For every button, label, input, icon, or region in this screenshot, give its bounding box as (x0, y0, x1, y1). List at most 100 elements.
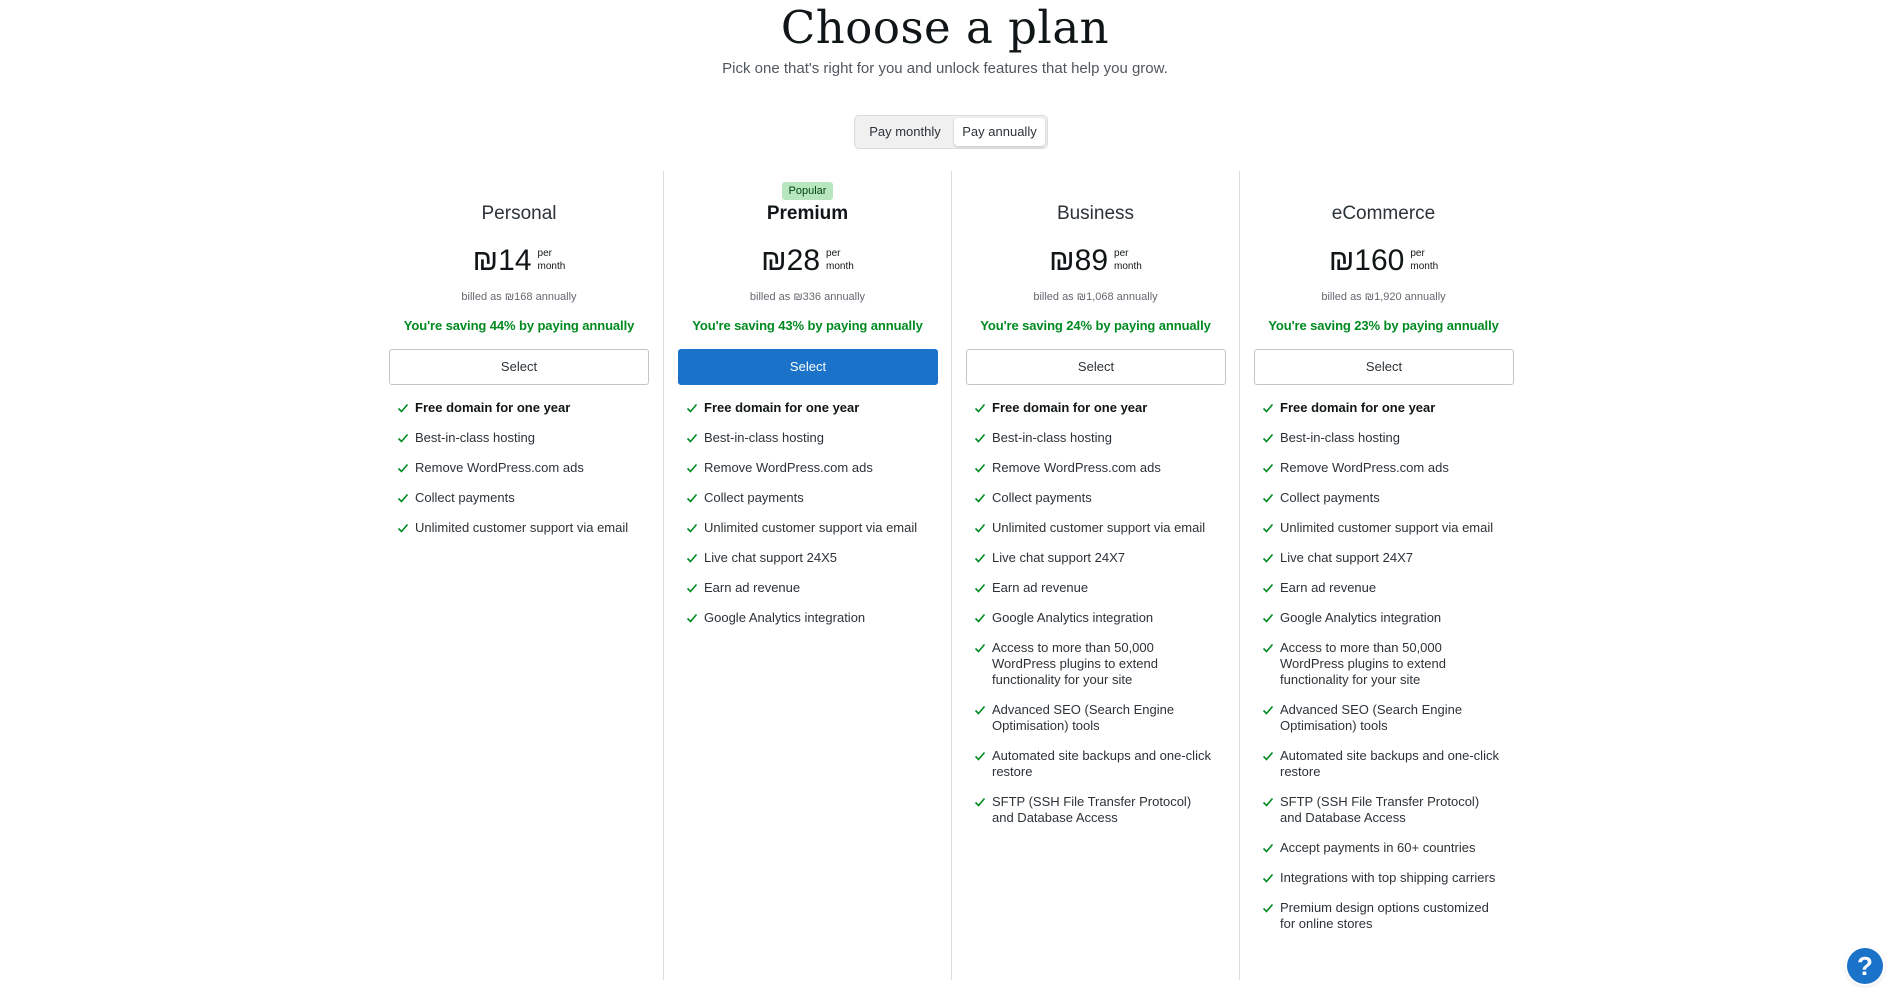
checkmark-icon (686, 583, 698, 593)
feature-label: Google Analytics integration (704, 610, 866, 625)
checkmark-icon (1262, 873, 1274, 883)
feature-label: Unlimited customer support via email (415, 520, 629, 535)
checkmark-icon (686, 403, 698, 413)
feature-label: Premium design options customized for on… (1280, 900, 1489, 931)
checkmark-icon (1262, 403, 1274, 413)
feature-item: Unlimited customer support via email (974, 520, 1214, 536)
feature-label: Access to more than 50,000 WordPress plu… (992, 640, 1158, 687)
plan-card-business: Business ₪89 per month billed as ₪1,068 a… (951, 171, 1239, 980)
feature-item: Remove WordPress.com ads (1262, 460, 1502, 476)
checkmark-icon (397, 493, 409, 503)
feature-label: Live chat support 24X5 (704, 550, 837, 565)
checkmark-icon (686, 553, 698, 563)
checkmark-icon (1262, 705, 1274, 715)
checkmark-icon (1262, 843, 1274, 853)
plan-price: ₪28 per month (664, 244, 951, 278)
feature-label: Google Analytics integration (1280, 610, 1442, 625)
plan-name: eCommerce (1331, 203, 1436, 224)
feature-item: Collect payments (397, 490, 637, 506)
checkmark-icon (397, 463, 409, 473)
checkmark-icon (1262, 553, 1274, 563)
checkmark-icon (974, 493, 986, 503)
feature-item: Best-in-class hosting (974, 430, 1214, 446)
feature-label: Remove WordPress.com ads (992, 460, 1161, 475)
feature-item: Collect payments (686, 490, 926, 506)
feature-list: Free domain for one year Best-in-class ho… (974, 400, 1214, 840)
feature-item: Unlimited customer support via email (397, 520, 637, 536)
plan-card-premium: Popular Premium ₪28 per month billed as ₪… (663, 171, 951, 980)
page-title: Choose a plan (780, 1, 1110, 54)
feature-item: Unlimited customer support via email (686, 520, 926, 536)
feature-label: SFTP (SSH File Transfer Protocol) and Da… (992, 794, 1192, 825)
checkmark-icon (397, 523, 409, 533)
feature-label: Advanced SEO (Search Engine Optimisation… (1280, 702, 1463, 733)
feature-label: Integrations with top shipping carriers (1280, 870, 1496, 885)
feature-item: SFTP (SSH File Transfer Protocol) and Da… (1262, 794, 1502, 826)
feature-label: Remove WordPress.com ads (704, 460, 873, 475)
select-premium-button[interactable]: Select (678, 349, 938, 385)
select-business-button[interactable]: Select (966, 349, 1226, 385)
plan-card-ecommerce: eCommerce ₪160 per month billed as ₪1,920… (1239, 171, 1527, 980)
feature-label: Remove WordPress.com ads (1280, 460, 1449, 475)
page-subtitle: Pick one that's right for you and unlock… (722, 60, 1168, 77)
price-period: per month (826, 248, 854, 272)
popular-badge: Popular (664, 181, 951, 200)
checkmark-icon (974, 433, 986, 443)
feature-item: Live chat support 24X5 (686, 550, 926, 566)
feature-item: Google Analytics integration (1262, 610, 1502, 626)
checkmark-icon (1262, 493, 1274, 503)
billed-annually-text: billed as ₪168 annually (461, 291, 577, 303)
feature-item: Google Analytics integration (974, 610, 1214, 626)
plan-name: Business (1056, 203, 1135, 224)
feature-label: Free domain for one year (992, 400, 1148, 415)
feature-list: Free domain for one year Best-in-class ho… (1262, 400, 1502, 946)
feature-label: Google Analytics integration (992, 610, 1154, 625)
checkmark-icon (397, 403, 409, 413)
feature-label: Free domain for one year (1280, 400, 1436, 415)
billed-annually-text: billed as ₪336 annually (749, 291, 866, 303)
checkmark-icon (686, 613, 698, 623)
feature-list: Free domain for one year Best-in-class ho… (397, 400, 637, 550)
saving-text: You're saving 44% by paying annually (403, 318, 635, 333)
checkmark-icon (974, 705, 986, 715)
checkmark-icon (974, 613, 986, 623)
checkmark-icon (686, 493, 698, 503)
checkmark-icon (974, 643, 986, 653)
feature-label: Automated site backups and one-click res… (1280, 748, 1499, 779)
price-value: ₪14 (472, 244, 532, 277)
feature-label: Collect payments (1280, 490, 1380, 505)
feature-item: Collect payments (1262, 490, 1502, 506)
feature-item: Automated site backups and one-click res… (974, 748, 1214, 780)
checkmark-icon (974, 751, 986, 761)
plan-price: ₪89 per month (952, 244, 1239, 278)
feature-item: Collect payments (974, 490, 1214, 506)
select-personal-button[interactable]: Select (389, 349, 649, 385)
feature-item: Access to more than 50,000 WordPress plu… (1262, 640, 1502, 688)
feature-item: Live chat support 24X7 (1262, 550, 1502, 566)
feature-item: Accept payments in 60+ countries (1262, 840, 1502, 856)
feature-label: Remove WordPress.com ads (415, 460, 584, 475)
billed-annually-text: billed as ₪1,068 annually (1033, 291, 1158, 303)
feature-item: Remove WordPress.com ads (686, 460, 926, 476)
feature-item: Free domain for one year (974, 400, 1214, 416)
feature-item: Advanced SEO (Search Engine Optimisation… (974, 702, 1214, 734)
feature-label: Collect payments (415, 490, 515, 505)
plan-name: Premium (766, 203, 849, 224)
checkmark-icon (686, 433, 698, 443)
pay-annually-option[interactable]: Pay annually (954, 118, 1045, 146)
billed-annually-text: billed as ₪1,920 annually (1321, 291, 1446, 303)
checkmark-icon (974, 463, 986, 473)
feature-label: Collect payments (992, 490, 1092, 505)
feature-label: Best-in-class hosting (1280, 430, 1400, 445)
help-button[interactable]: ? (1847, 948, 1883, 984)
checkmark-icon (1262, 433, 1274, 443)
feature-label: Live chat support 24X7 (1280, 550, 1413, 565)
feature-item: Remove WordPress.com ads (974, 460, 1214, 476)
feature-item: Earn ad revenue (1262, 580, 1502, 596)
price-period: per month (1114, 248, 1142, 272)
checkmark-icon (974, 583, 986, 593)
pay-monthly-option[interactable]: Pay monthly (858, 118, 952, 146)
select-ecommerce-button[interactable]: Select (1254, 349, 1514, 385)
feature-item: Free domain for one year (397, 400, 637, 416)
checkmark-icon (1262, 583, 1274, 593)
